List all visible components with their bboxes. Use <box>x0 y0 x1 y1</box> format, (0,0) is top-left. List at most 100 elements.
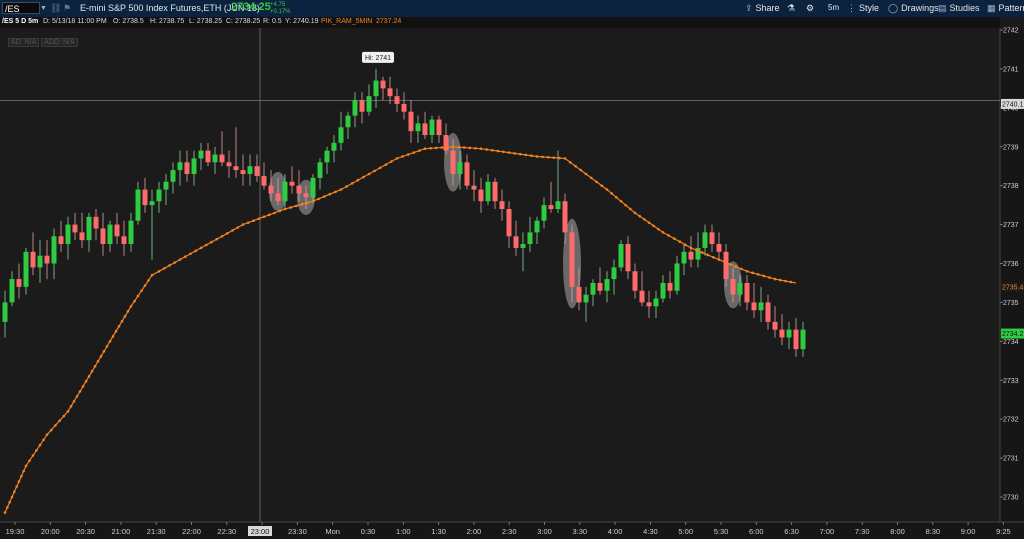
patterns-button[interactable]: ▦Patterns <box>987 3 1024 14</box>
ma-dot <box>643 218 646 221</box>
drawings-button[interactable]: ◯ Drawings <box>888 3 939 14</box>
candle-body <box>58 236 64 245</box>
ma-dot <box>589 176 593 180</box>
ma-dot <box>24 464 28 468</box>
candle-body <box>303 193 309 198</box>
studies-button[interactable]: ▤ Studies <box>938 3 980 14</box>
ma-dot <box>120 320 124 323</box>
ma-dot <box>661 231 665 234</box>
ma-dot <box>762 274 766 278</box>
ma-dot <box>225 232 229 235</box>
ma-dot <box>518 152 522 156</box>
candle-body <box>387 88 393 97</box>
ma-dot <box>723 260 726 264</box>
ma-dot <box>350 182 354 185</box>
bar-open: O: 2738.5 <box>113 18 144 25</box>
ma-dot <box>451 145 455 149</box>
ma-dot <box>49 428 53 432</box>
candle-body <box>653 298 659 307</box>
ma-dot <box>105 345 109 348</box>
candle-body <box>660 282 666 299</box>
ma-dot <box>605 188 609 191</box>
ma-dot <box>300 203 304 206</box>
x-tick-label: 3:00 <box>537 527 552 536</box>
ma-dot <box>220 234 224 238</box>
ma-dot <box>147 279 150 282</box>
ma-dot <box>143 284 147 287</box>
ellipse-icon: ◯ <box>888 3 899 13</box>
candle-body <box>646 302 652 307</box>
ma-dot <box>695 248 698 252</box>
y-tick-label: 2733 <box>1003 378 1019 385</box>
x-tick-label: 22:30 <box>217 527 236 536</box>
y-tick-label: 2736 <box>1003 261 1019 268</box>
candle-body <box>331 142 337 151</box>
ma-dot <box>294 204 298 208</box>
candle-body <box>786 329 792 338</box>
share-button[interactable]: ⇪ Share <box>745 3 780 14</box>
candle-body <box>184 162 190 174</box>
link-icon[interactable]: ⛓ <box>50 3 61 14</box>
candle-body <box>590 282 596 295</box>
ma-dot <box>15 485 18 488</box>
candle-body <box>632 271 638 291</box>
candle-body <box>779 329 785 338</box>
candle-body <box>9 279 15 303</box>
study-name[interactable]: PIK_RAM_5MIN <box>321 18 372 25</box>
ma-dot <box>600 184 604 187</box>
ma-dot <box>246 221 250 224</box>
ma-dot <box>72 400 76 403</box>
percent-change: +0.17% <box>270 9 291 15</box>
ma-dot <box>66 410 70 413</box>
candle-body <box>233 166 239 171</box>
ma-dot <box>133 299 136 303</box>
ma-dot <box>362 175 365 179</box>
x-tick-label: 6:30 <box>784 527 799 536</box>
candle-body <box>429 119 435 136</box>
price-chart[interactable]: 2730 2731 2732 2733 2734 2735 2736 2737 2738 2739… <box>0 17 1024 539</box>
candle-body <box>772 321 778 330</box>
candle-body <box>506 209 512 237</box>
flag-icon[interactable]: ⚑ <box>63 3 71 14</box>
ma-dot <box>462 146 466 149</box>
ma-dot <box>54 424 57 427</box>
ma-dot <box>629 207 632 211</box>
ma-dot <box>784 279 787 283</box>
ma-dot <box>81 385 85 388</box>
candle-body <box>576 286 582 303</box>
candle-body <box>422 123 428 136</box>
candle-body <box>44 255 50 264</box>
ma-dot <box>647 221 651 224</box>
candle-body <box>107 224 113 245</box>
x-tick-label: 4:30 <box>643 527 658 536</box>
interval-button[interactable]: 5m <box>828 3 839 12</box>
candle-body <box>583 294 589 303</box>
ma-dot <box>667 234 670 237</box>
symbol-input[interactable]: /ES <box>2 2 40 14</box>
ma-dot <box>62 414 66 418</box>
y-tick-label: 2732 <box>1003 417 1019 424</box>
candle-body <box>121 236 127 245</box>
ma-dot <box>22 469 25 473</box>
candle-body <box>758 302 764 311</box>
candle-body <box>254 166 260 176</box>
candle-body <box>247 166 253 174</box>
gear-icon[interactable]: ⚙ <box>806 3 814 14</box>
badge-ad: AD: N/A <box>8 38 40 47</box>
ma-dot <box>624 203 627 207</box>
flask-icon[interactable]: ⚗ <box>787 3 795 14</box>
y-tick-label: 2741 <box>1003 66 1019 73</box>
candle-body <box>324 150 330 163</box>
chevron-down-icon[interactable]: ▼ <box>40 5 47 12</box>
candle-body <box>639 290 645 303</box>
ma-dot <box>84 380 88 383</box>
net-change: +4.75 <box>270 2 286 8</box>
ma-dot <box>678 240 682 244</box>
candle-body <box>744 282 750 303</box>
ma-dot <box>734 265 738 268</box>
x-tick-label: 19:30 <box>6 527 25 536</box>
style-button[interactable]: ⋮ Style <box>847 3 879 14</box>
ma-dot <box>485 148 488 151</box>
crosshair-time-label: 23:00 <box>251 527 270 536</box>
candle-body <box>79 232 85 241</box>
